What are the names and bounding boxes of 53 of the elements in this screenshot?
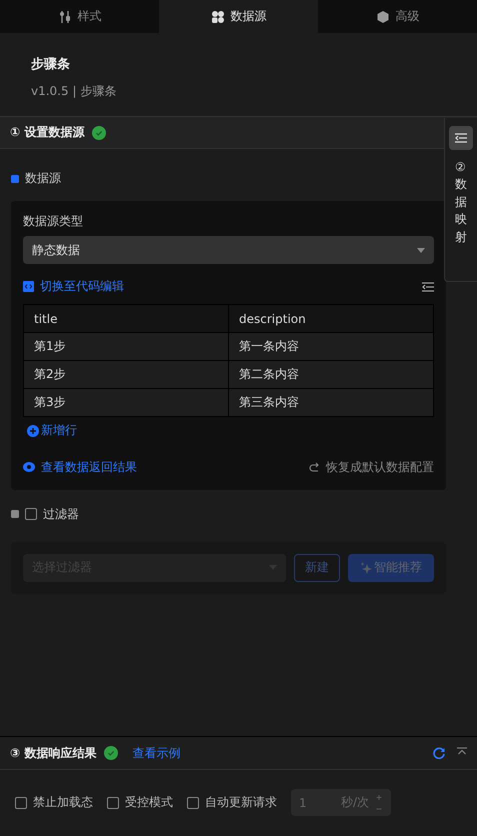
table-cell: 第1步 [24, 332, 228, 360]
refresh-icon [433, 747, 445, 759]
filter-checkbox[interactable] [25, 508, 37, 520]
column-header: title [24, 304, 228, 332]
table-cell: 第2步 [24, 360, 228, 388]
table-cell: 第一条内容 [228, 332, 434, 360]
table-cell: 第二条内容 [228, 360, 434, 388]
refresh-button[interactable] [433, 747, 445, 759]
code-edit-link[interactable]: 切换至代码编辑 [23, 278, 124, 295]
square-icon [11, 510, 19, 518]
collapse-icon [455, 133, 467, 143]
redo-icon [309, 462, 320, 472]
interval-field[interactable]: 1 秒/次 [291, 789, 391, 816]
checkbox-label: 禁止加载态 [33, 794, 93, 811]
caret-icon [417, 248, 425, 252]
section-title: ③ 数据响应结果 [10, 744, 96, 762]
section-label: 过滤器 [43, 506, 79, 522]
sparkle-icon [360, 562, 372, 574]
add-row-link[interactable]: 新增行 [27, 422, 77, 439]
component-name: 步骤条 [31, 56, 71, 73]
stepper-icon [375, 794, 383, 812]
checkbox-label: 自动更新请求 [205, 794, 277, 811]
collapse-button[interactable] [449, 126, 473, 150]
field-label: 数据源类型 [23, 213, 84, 230]
column-header: description [228, 304, 434, 332]
reset-link[interactable]: 恢复成默认数据配置 [309, 458, 434, 476]
select-value: 静态数据 [32, 242, 80, 258]
grid-icon [210, 10, 224, 24]
checkbox[interactable] [15, 796, 27, 808]
sliders-icon [58, 10, 72, 24]
unit-label: 秒/次 [340, 794, 369, 811]
code-icon [23, 281, 34, 292]
plus-circle-icon [27, 424, 39, 436]
section-label: 数据源 [25, 170, 61, 187]
tab[interactable]: 高级 [318, 0, 477, 33]
cube-icon [376, 10, 390, 24]
checkbox-label: 受控模式 [125, 794, 173, 811]
view-result-link[interactable]: 查看数据返回结果 [23, 458, 137, 476]
table-cell: 第3步 [24, 388, 228, 416]
eye-icon [23, 462, 35, 472]
chevron-up-icon [457, 747, 467, 756]
checkbox[interactable] [107, 796, 119, 808]
square-icon [11, 174, 19, 182]
section-title: ① 设置数据源 [10, 124, 84, 141]
side-panel-title[interactable]: ②数据映射 [455, 159, 467, 246]
example-link[interactable]: 查看示例 [132, 744, 180, 762]
tab[interactable]: 样式 [0, 0, 159, 33]
tab[interactable]: 数据源 [159, 0, 318, 33]
component-version: v1.0.5 | 步骤条 [31, 83, 118, 100]
checkbox[interactable] [187, 796, 199, 808]
table-cell: 第三条内容 [228, 388, 434, 416]
collapse-icon [422, 282, 434, 292]
type-select[interactable]: 静态数据 [23, 236, 434, 264]
